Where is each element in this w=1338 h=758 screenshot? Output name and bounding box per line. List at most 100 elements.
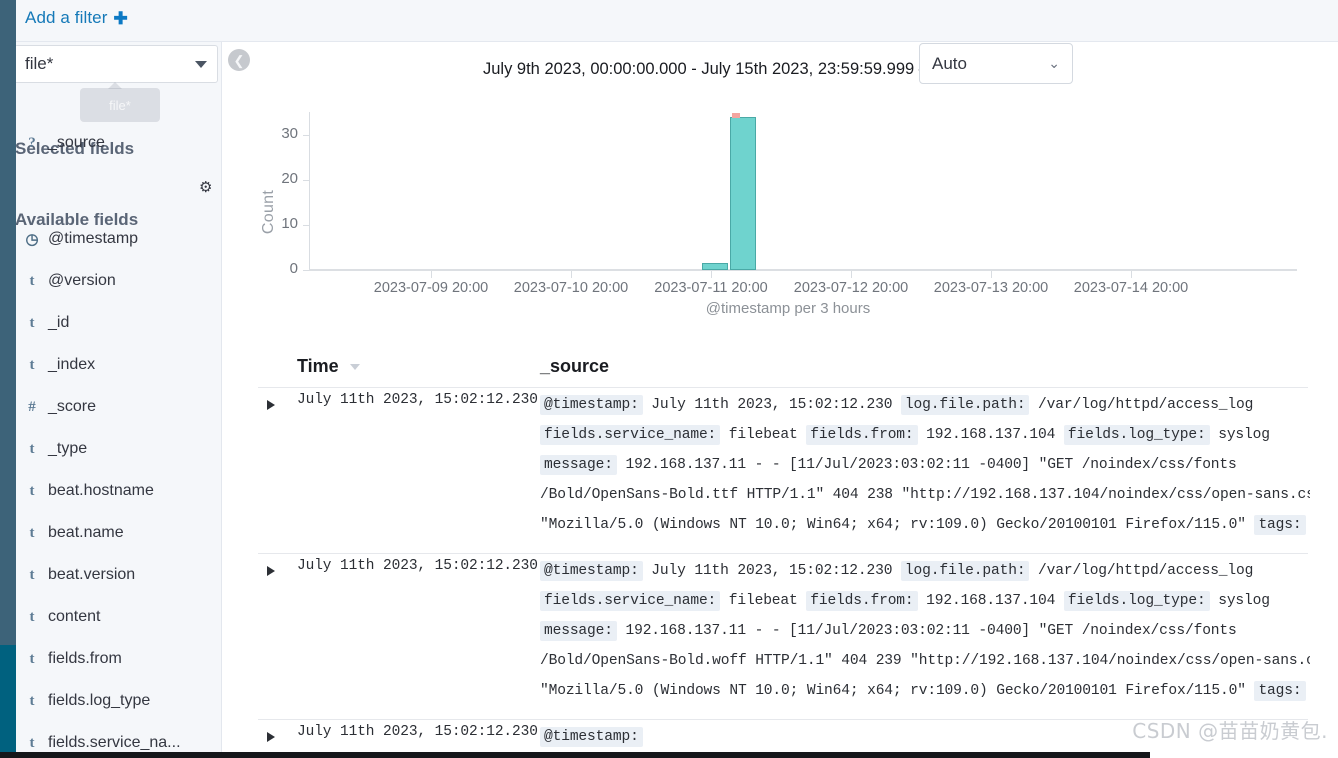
- x-tick-label: 2023-07-12 20:00: [793, 280, 909, 296]
- source-line: /Bold/OpenSans-Bold.woff HTTP/1.1" 404 2…: [540, 646, 1310, 676]
- source-field-value: "Mozilla/5.0 (Windows NT 10.0; Win64; x6…: [540, 683, 1255, 699]
- x-tick-label: 2023-07-13 20:00: [933, 280, 1049, 296]
- string-type-icon: t: [29, 314, 35, 331]
- chart-bar[interactable]: [702, 263, 728, 270]
- string-type-icon: t: [29, 734, 35, 751]
- plus-icon: ✚: [113, 8, 128, 28]
- clock-icon: ◷: [25, 231, 39, 248]
- source-field-key: @timestamp:: [540, 727, 643, 747]
- source-field-value: 192.168.137.11 - - [11/Jul/2023:03:02:11…: [616, 457, 1237, 473]
- expand-row-icon[interactable]: [267, 400, 275, 410]
- source-field-value: /var/log/httpd/access_log: [1029, 563, 1254, 579]
- source-field-key: message:: [540, 621, 617, 641]
- y-tick-label: 0: [289, 260, 298, 277]
- source-field-value: syslog: [1209, 427, 1270, 443]
- table-row[interactable]: July 11th 2023, 15:02:12.230 @timestamp: …: [258, 554, 1311, 720]
- field-item-timestamp[interactable]: ◷ @timestamp: [16, 218, 221, 260]
- string-type-icon: t: [29, 692, 35, 709]
- field-item-content[interactable]: t content: [16, 596, 221, 638]
- source-field-key: tags:: [1254, 681, 1306, 701]
- string-type-icon: t: [29, 566, 35, 583]
- documents-table: Time _source July 11th 2023, 15:02:12.23…: [258, 340, 1311, 758]
- column-header-time[interactable]: Time: [297, 356, 360, 377]
- field-item-version[interactable]: t @version: [16, 260, 221, 302]
- x-tick-mark: [571, 271, 572, 278]
- x-tick-mark: [1131, 271, 1132, 278]
- source-field-value: 192.168.137.104: [917, 427, 1064, 443]
- field-sidebar: file* Selected fields Available fields ⚙…: [16, 42, 222, 758]
- field-item-source[interactable]: ? _source: [16, 122, 221, 164]
- nav-strip-lower: [0, 645, 16, 758]
- index-pattern-value: file*: [25, 54, 54, 73]
- global-nav-strip: [0, 0, 16, 758]
- gear-icon[interactable]: ⚙: [199, 178, 212, 196]
- unknown-type-icon: ?: [28, 134, 36, 151]
- add-filter-label: Add a filter: [25, 8, 108, 27]
- chevron-down-icon: ⌄: [1048, 55, 1060, 71]
- source-field-value: sys,: [1306, 683, 1311, 699]
- chart-bar[interactable]: [730, 116, 756, 270]
- x-tick-mark: [851, 271, 852, 278]
- field-name: @version: [48, 272, 116, 289]
- source-field-value: sys,: [1306, 517, 1311, 533]
- index-pattern-tooltip: file*: [80, 82, 160, 122]
- source-line: message: 192.168.137.11 - - [11/Jul/2023…: [540, 616, 1310, 646]
- cell-source: @timestamp: July 11th 2023, 15:02:12.230…: [540, 390, 1310, 540]
- column-header-source[interactable]: _source: [540, 356, 609, 377]
- string-type-icon: t: [29, 272, 35, 289]
- watermark: CSDN @苗苗奶黄包.: [1132, 719, 1328, 743]
- field-name: content: [48, 608, 101, 625]
- field-item-beat-version[interactable]: t beat.version: [16, 554, 221, 596]
- x-tick-label: 2023-07-14 20:00: [1073, 280, 1189, 296]
- source-field-value: "Mozilla/5.0 (Windows NT 10.0; Win64; x6…: [540, 517, 1255, 533]
- field-name: _type: [48, 440, 88, 457]
- kibana-discover-page: Add a filter ✚ file* Selected fields Ava…: [0, 0, 1338, 758]
- source-line: message: 192.168.137.11 - - [11/Jul/2023…: [540, 450, 1310, 480]
- field-item-fields-from[interactable]: t fields.from: [16, 638, 221, 680]
- field-name: _source: [48, 134, 105, 151]
- source-field-value: /Bold/OpenSans-Bold.woff HTTP/1.1" 404 2…: [540, 653, 1310, 669]
- source-field-value: filebeat: [720, 427, 807, 443]
- table-row[interactable]: July 11th 2023, 15:02:12.230 @timestamp: …: [258, 388, 1310, 554]
- expand-row-icon[interactable]: [267, 566, 275, 576]
- field-name: fields.service_na...: [48, 734, 181, 751]
- filter-bar: Add a filter ✚: [16, 0, 1338, 42]
- field-name: beat.hostname: [48, 482, 154, 499]
- index-pattern-select[interactable]: file*: [16, 45, 218, 83]
- chart-bar-marker: [732, 112, 740, 118]
- field-item-beat-hostname[interactable]: t beat.hostname: [16, 470, 221, 512]
- field-name: beat.version: [48, 566, 136, 583]
- field-item-beat-name[interactable]: t beat.name: [16, 512, 221, 554]
- field-name: _index: [48, 356, 96, 373]
- field-name: _id: [48, 314, 70, 331]
- field-item-fields-log-type[interactable]: t fields.log_type: [16, 680, 221, 722]
- field-item-score[interactable]: # _score: [16, 386, 221, 428]
- x-tick-label: 2023-07-10 20:00: [513, 280, 629, 296]
- x-tick-mark: [991, 271, 992, 278]
- x-tick-mark: [431, 271, 432, 278]
- source-field-key: log.file.path:: [900, 395, 1030, 415]
- source-field-value: July 11th 2023, 15:02:12.230: [642, 563, 901, 579]
- source-field-value: 192.168.137.104: [917, 593, 1064, 609]
- field-item-type[interactable]: t _type: [16, 428, 221, 470]
- time-range-header: July 9th 2023, 00:00:00.000 - July 15th …: [258, 43, 1338, 96]
- x-tick-label: 2023-07-11 20:00: [654, 280, 768, 296]
- interval-select[interactable]: Auto ⌄: [919, 43, 1073, 84]
- sidebar-collapse-button[interactable]: ❮: [228, 49, 250, 71]
- add-filter-button[interactable]: Add a filter ✚: [25, 8, 128, 28]
- field-item-id[interactable]: t _id: [16, 302, 221, 344]
- string-type-icon: t: [29, 524, 35, 541]
- number-type-icon: #: [28, 398, 36, 415]
- column-header-source-label: _source: [540, 356, 610, 376]
- string-type-icon: t: [29, 650, 35, 667]
- source-field-key: fields.log_type:: [1063, 591, 1210, 611]
- field-item-index[interactable]: t _index: [16, 344, 221, 386]
- time-range-text: July 9th 2023, 00:00:00.000 - July 15th …: [483, 60, 936, 78]
- cell-time: July 11th 2023, 15:02:12.230: [297, 392, 538, 408]
- source-field-value: 192.168.137.11 - - [11/Jul/2023:03:02:11…: [616, 623, 1237, 639]
- nav-strip-upper: [0, 0, 16, 645]
- source-field-value: filebeat: [720, 593, 807, 609]
- chevron-down-icon: [195, 60, 207, 68]
- source-line: /Bold/OpenSans-Bold.ttf HTTP/1.1" 404 23…: [540, 480, 1310, 510]
- expand-row-icon[interactable]: [267, 732, 275, 742]
